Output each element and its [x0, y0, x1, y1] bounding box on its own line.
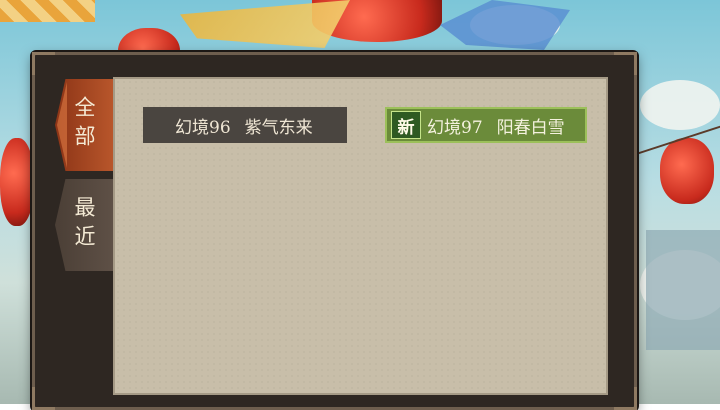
- frame-corner: [614, 387, 637, 410]
- archive-panel: 全部 最近 幻境96 紫气东来 新 幻境97 阳春白雪: [32, 52, 637, 410]
- frame-corner: [32, 387, 55, 410]
- lantern-decoration: [0, 138, 34, 226]
- realm-item-97[interactable]: 新 幻境97 阳春白雪: [385, 107, 587, 143]
- realm-item-96[interactable]: 幻境96 紫气东来: [143, 107, 347, 143]
- lantern-decoration: [660, 138, 714, 204]
- creature-decoration: [440, 0, 570, 50]
- tab-recent[interactable]: 最近: [55, 179, 113, 271]
- tab-recent-label: 最近: [72, 196, 96, 254]
- tab-all[interactable]: 全部: [55, 79, 113, 171]
- realm-level: 幻境97: [427, 117, 483, 138]
- tab-all-label: 全部: [72, 96, 96, 154]
- cloud-decoration: [640, 80, 720, 130]
- building-decoration: [646, 230, 720, 350]
- frame-corner: [32, 52, 55, 75]
- realm-name: 阳春白雪: [496, 117, 565, 138]
- festival-banner: [0, 0, 95, 22]
- realm-name: 紫气东来: [244, 117, 313, 138]
- dragon-decoration: [180, 0, 350, 48]
- frame-corner: [614, 52, 637, 75]
- new-badge: 新: [391, 111, 421, 139]
- realm-level: 幻境96: [175, 117, 231, 138]
